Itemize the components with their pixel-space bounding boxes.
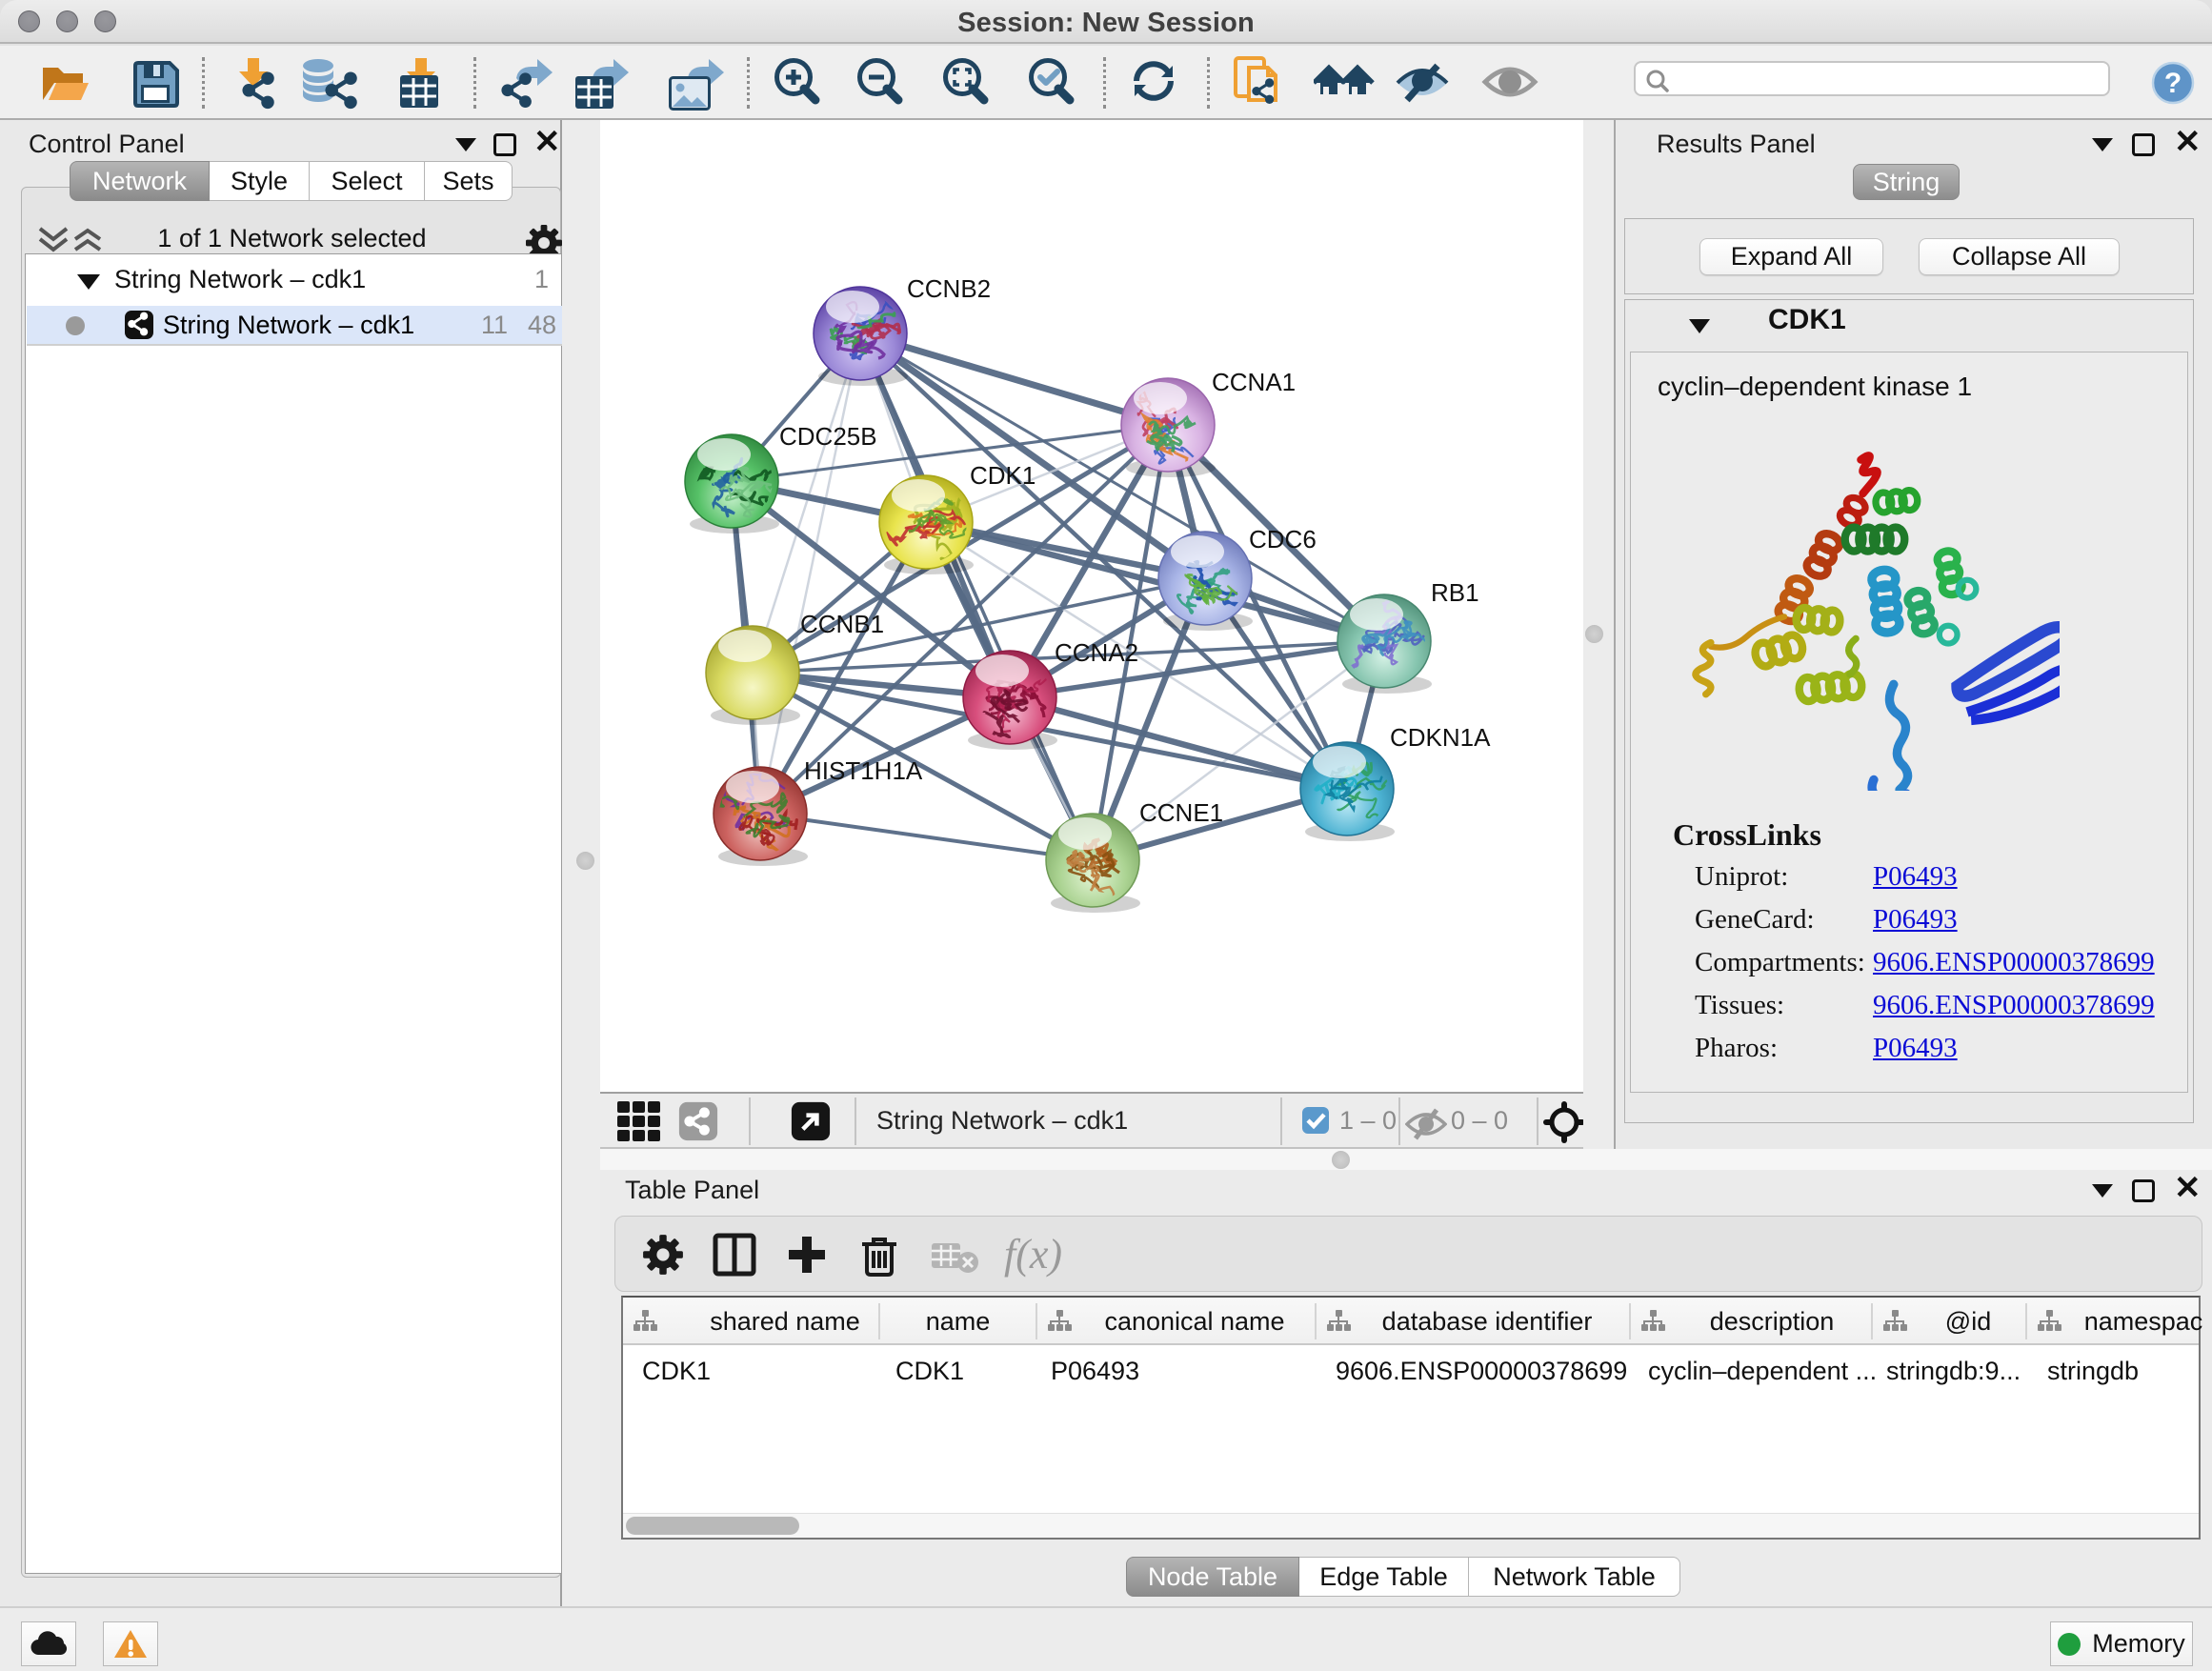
svg-text:RB1: RB1: [1431, 578, 1479, 607]
svg-text:CDC6: CDC6: [1249, 525, 1317, 554]
svg-text:CCNB1: CCNB1: [800, 610, 884, 638]
svg-text:?: ?: [2164, 68, 2182, 99]
svg-text:CCNA2: CCNA2: [1055, 638, 1138, 667]
svg-text:CCNE1: CCNE1: [1139, 798, 1223, 827]
svg-text:CDKN1A: CDKN1A: [1390, 723, 1491, 752]
svg-text:CDK1: CDK1: [970, 461, 1036, 490]
svg-text:CCNA1: CCNA1: [1212, 368, 1296, 396]
svg-text:CCNB2: CCNB2: [907, 274, 991, 303]
svg-text:HIST1H1A: HIST1H1A: [804, 756, 923, 785]
svg-text:CDC25B: CDC25B: [779, 422, 877, 451]
